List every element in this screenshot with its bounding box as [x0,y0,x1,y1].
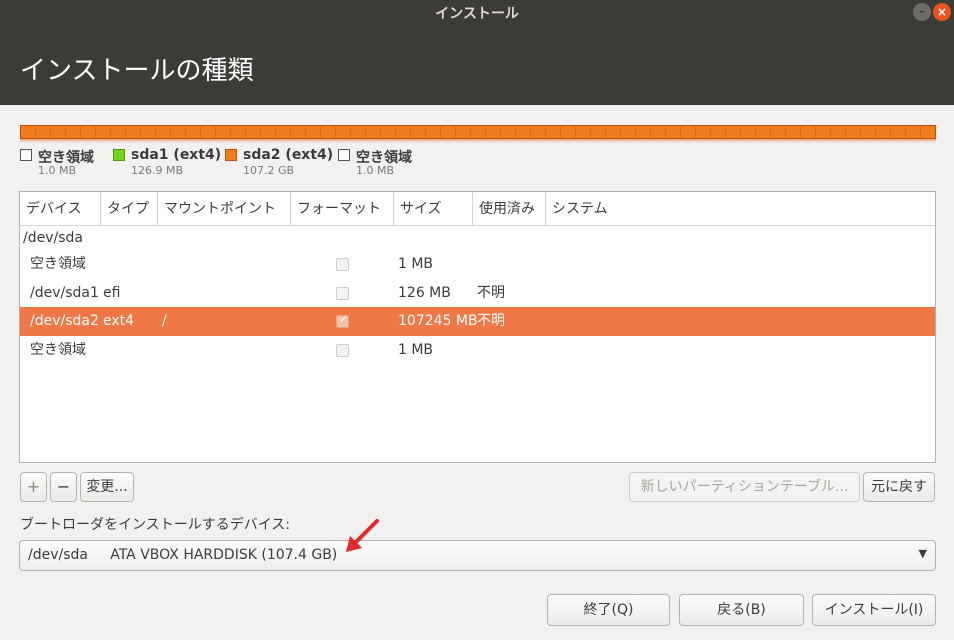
partition-bar [20,125,936,139]
cell-device: /dev/sda [23,230,83,246]
partition-table[interactable]: デバイス タイプ マウントポイント フォーマット サイズ 使用済み システム /… [19,191,936,463]
legend-swatch-free [338,149,350,161]
cell-mount: / [162,313,167,329]
change-partition-button[interactable]: 変更... [80,472,134,502]
bootloader-selected-value: /dev/sda ATA VBOX HARDDISK (107.4 GB) [28,547,338,563]
chevron-down-icon: ▼ [918,547,927,560]
legend-swatch-orange [225,149,237,161]
cell-size: 1 MB [398,256,434,272]
column-header-size[interactable]: サイズ [394,192,473,226]
format-checkbox[interactable] [336,287,349,300]
cell-used: 不明 [477,285,505,301]
column-header-device[interactable]: デバイス [20,192,101,226]
table-row[interactable]: 空き領域 1 MB [20,250,935,279]
column-header-type[interactable]: タイプ [101,192,158,226]
column-header-system[interactable]: システム [546,192,666,226]
legend-swatch-free [20,149,32,161]
legend-size: 1.0 MB [356,164,395,177]
column-header-used[interactable]: 使用済み [473,192,546,226]
legend-swatch-green [113,149,125,161]
format-checkbox-checked[interactable]: ✓ [336,313,349,328]
column-header-mount[interactable]: マウントポイント [158,192,291,226]
cell-size: 126 MB [398,285,451,301]
red-arrow-icon [346,519,379,552]
revert-button[interactable]: 元に戻す [863,472,935,502]
close-icon[interactable]: × [933,3,951,21]
cell-size: 107245 MB [398,313,478,329]
legend-size: 1.0 MB [38,164,77,177]
cell-device: /dev/sda1 [30,285,99,301]
table-row[interactable]: /dev/sda1 efi 126 MB 不明 [20,279,935,308]
cell-device: 空き領域 [30,342,86,358]
cell-device: /dev/sda2 [30,313,99,329]
table-row[interactable]: 空き領域 1 MB [20,336,935,365]
legend-name: sda1 (ext4) [131,147,222,163]
column-header-format[interactable]: フォーマット [291,192,394,226]
cell-type: ext4 [103,313,135,329]
new-partition-table-button[interactable]: 新しいパーティションテーブル... [629,472,860,502]
install-button[interactable]: インストール(I) [812,594,936,626]
window-titlebar: インストール – × [0,0,954,24]
partition-bar-shadow [20,139,936,143]
remove-partition-button[interactable]: − [50,472,77,502]
quit-button[interactable]: 終了(Q) [547,594,670,626]
format-checkbox[interactable] [336,258,349,271]
legend-size: 126.9 MB [131,164,184,177]
check-icon: ✓ [338,313,349,326]
cell-device: 空き領域 [30,256,86,272]
window-title: インストール [435,6,519,22]
table-row[interactable]: /dev/sda [20,224,935,253]
legend-name: sda2 (ext4) [243,147,334,163]
add-partition-button[interactable]: + [20,472,47,502]
cell-used: 不明 [477,313,505,329]
cell-type: efi [103,285,121,301]
cell-size: 1 MB [398,342,434,358]
format-checkbox[interactable] [336,344,349,357]
bootloader-device-select[interactable]: /dev/sda ATA VBOX HARDDISK (107.4 GB) ▼ [19,540,936,571]
legend-size: 107.2 GB [243,164,295,177]
table-header: デバイス タイプ マウントポイント フォーマット サイズ 使用済み システム [20,192,935,226]
bootloader-label: ブートローダをインストールするデバイス: [20,517,291,533]
minimize-icon[interactable]: – [913,3,931,21]
back-button[interactable]: 戻る(B) [679,594,804,626]
table-row-selected[interactable]: /dev/sda2 ext4 / ✓ 107245 MB 不明 [20,307,935,336]
page-title: インストールの種類 [20,56,254,86]
page-header: インストールの種類 [0,24,954,105]
